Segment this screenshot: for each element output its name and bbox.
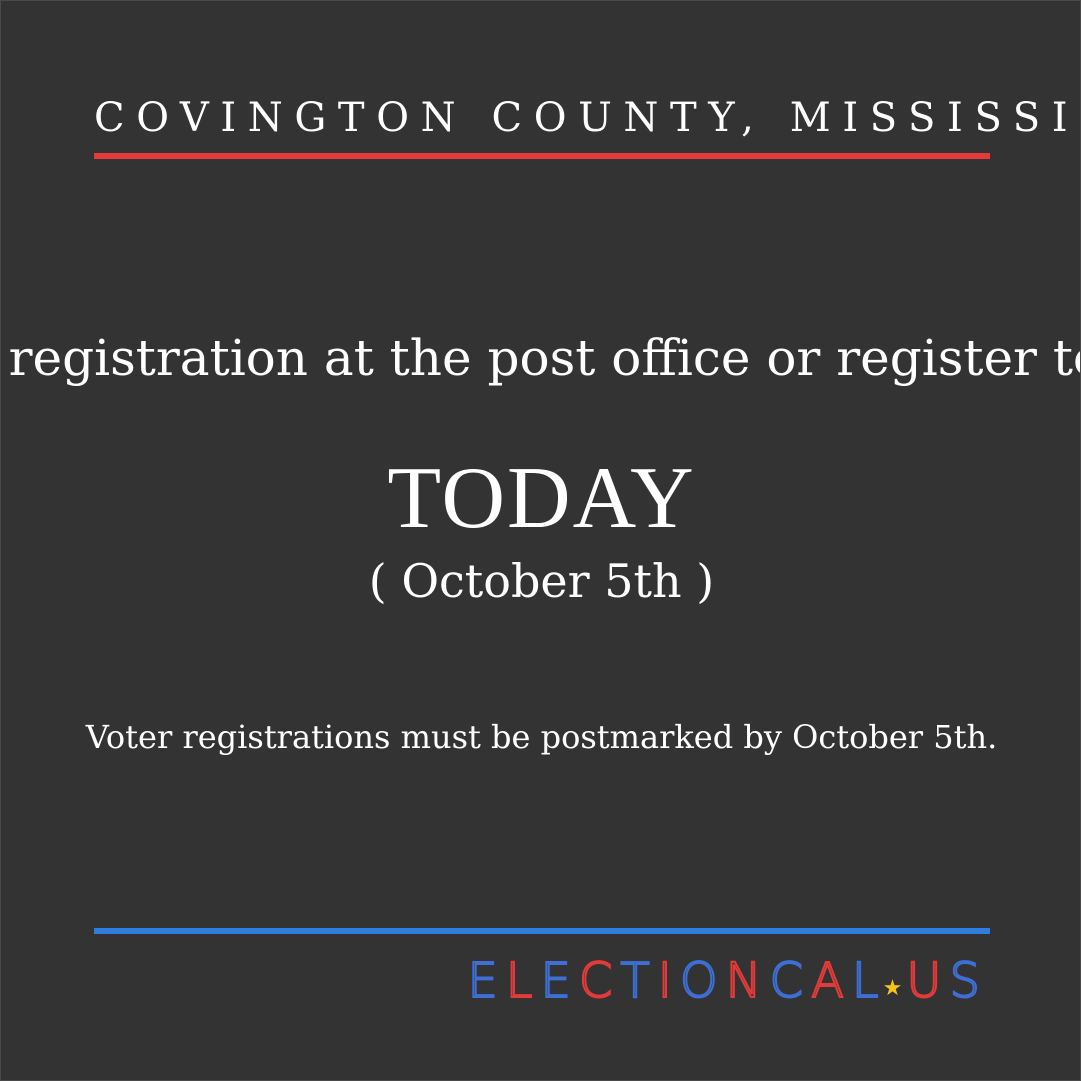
logo-letter: L [505, 952, 541, 1010]
logo-letter: E [466, 952, 506, 1010]
logo-letter: U [905, 952, 950, 1010]
registration-headline: Mail your voter registration at the post… [1, 329, 1080, 387]
header-red-rule [94, 153, 990, 159]
logo-letter: A [810, 952, 852, 1010]
logo-letter: L [851, 952, 887, 1010]
post-card: COVINGTON COUNTY, MISSISSIPPI Mail your … [0, 0, 1081, 1081]
deadline-date: ( October 5th ) [368, 554, 715, 608]
today-heading: TODAY [387, 450, 696, 547]
county-title: COVINGTON COUNTY, MISSISSIPPI [94, 95, 1081, 141]
star-icon: ★ [882, 976, 903, 1001]
logo-letter: N [725, 952, 770, 1010]
logo-letter: S [949, 952, 988, 1010]
electioncal-logo: E L E C T I O N C A L ★ U S [466, 945, 988, 1017]
logo-letter: C [578, 952, 621, 1010]
logo-letter: I [657, 952, 680, 1010]
logo-letter: T [619, 952, 658, 1010]
logo-letter: O [679, 952, 726, 1010]
postmark-note: Voter registrations must be postmarked b… [85, 718, 998, 756]
logo-letter: C [769, 952, 812, 1010]
footer-blue-rule [94, 928, 990, 934]
logo-letter: E [540, 952, 579, 1010]
